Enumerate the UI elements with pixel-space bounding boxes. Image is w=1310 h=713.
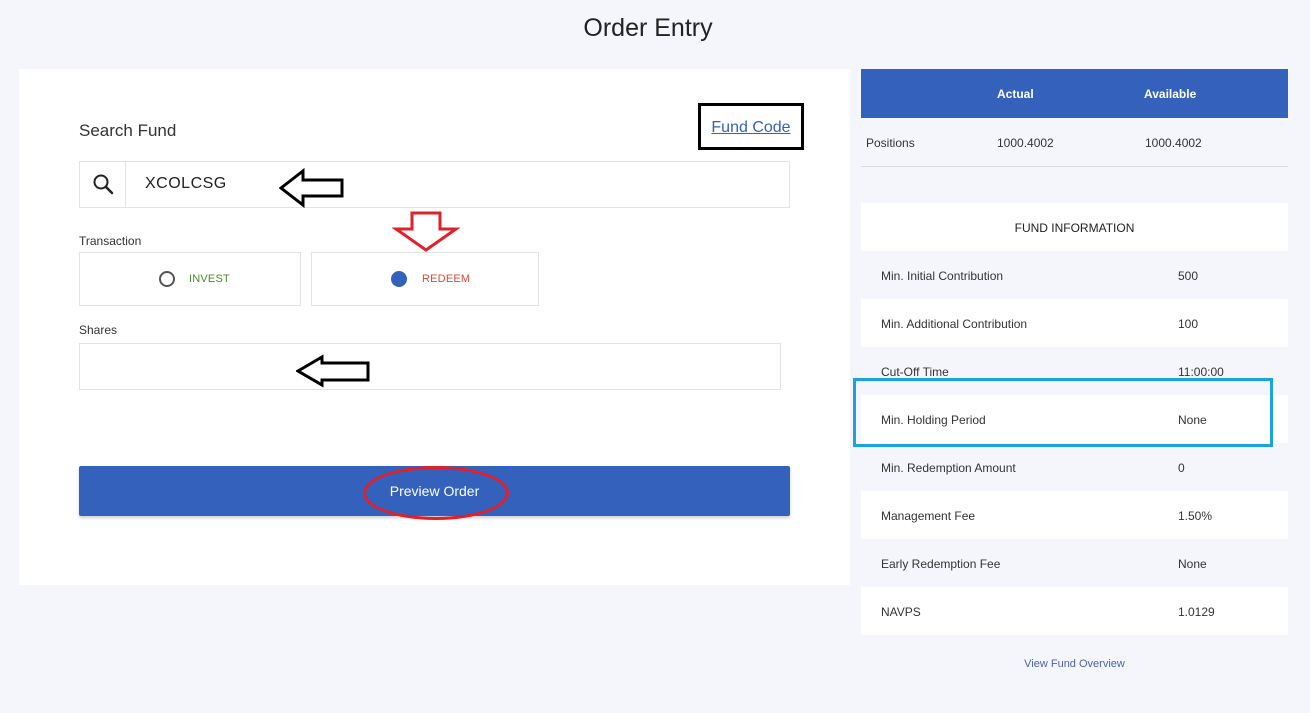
fund-info-row: Early Redemption Fee None [861, 539, 1288, 587]
fund-info-label: Min. Initial Contribution [881, 269, 1004, 283]
fund-info-label: Min. Redemption Amount [881, 461, 1016, 475]
fund-code-highlight: Fund Code [698, 103, 804, 150]
invest-radio[interactable] [159, 271, 175, 287]
redeem-option[interactable]: REDEEM [311, 252, 539, 306]
search-icon [93, 174, 114, 195]
fund-code-link[interactable]: Fund Code [701, 119, 801, 137]
fund-info-row: Min. Initial Contribution 500 [861, 251, 1288, 299]
shares-label: Shares [79, 323, 118, 337]
fund-info-value: 1.0129 [1178, 605, 1215, 619]
redeem-radio[interactable] [391, 271, 407, 287]
fund-info-label: Min. Holding Period [881, 413, 986, 427]
fund-info-value: 100 [1178, 317, 1199, 331]
fund-info-row: Min. Additional Contribution 100 [861, 299, 1288, 347]
fund-search-input[interactable]: XCOLCSG [79, 161, 790, 208]
fund-info-value: None [1178, 413, 1207, 427]
black-arrow-left-icon [296, 354, 370, 388]
black-arrow-left-icon [279, 168, 344, 208]
search-fund-label: Search Fund [79, 121, 177, 140]
red-arrow-down-icon [392, 211, 460, 252]
redeem-label: REDEEM [422, 273, 471, 285]
fund-info-value: 1.50% [1178, 509, 1213, 523]
fund-info-label: Early Redemption Fee [881, 557, 1001, 571]
invest-option[interactable]: INVEST [79, 252, 301, 306]
fund-info-row: Min. Redemption Amount 0 [861, 443, 1288, 491]
fund-info-label: NAVPS [881, 605, 921, 619]
preview-order-label: Preview Order [389, 483, 480, 499]
actual-header: Actual [997, 87, 1034, 101]
preview-order-button[interactable]: Preview Order [79, 466, 790, 516]
positions-row: Positions 1000.4002 1000.4002 [861, 118, 1288, 167]
fund-info-value: 0 [1178, 461, 1185, 475]
fund-info-row: Management Fee 1.50% [861, 491, 1288, 539]
fund-info-row: Cut-Off Time 11:00:00 [861, 347, 1288, 395]
shares-input[interactable] [79, 343, 781, 390]
search-value: XCOLCSG [145, 175, 227, 192]
view-fund-overview-link[interactable]: View Fund Overview [861, 658, 1288, 670]
fund-info-value: 500 [1178, 269, 1199, 283]
invest-label: INVEST [189, 273, 230, 285]
positions-label: Positions [866, 136, 915, 150]
fund-info-label: Cut-Off Time [881, 365, 949, 379]
fund-info-label: Min. Additional Contribution [881, 317, 1028, 331]
fund-information-title: FUND INFORMATION [861, 203, 1288, 251]
fund-info-row: NAVPS 1.0129 [861, 587, 1288, 635]
positions-actual: 1000.4002 [997, 136, 1054, 150]
page-title: Order Entry [583, 14, 713, 42]
fund-info-value: 11:00:00 [1178, 365, 1224, 379]
fund-info-row: Min. Holding Period None [861, 395, 1288, 443]
positions-header: Actual Available [861, 69, 1288, 118]
transaction-label: Transaction [79, 234, 142, 248]
fund-info-value: None [1178, 557, 1207, 571]
search-icon-cell [80, 162, 126, 207]
fund-info-label: Management Fee [881, 509, 976, 523]
available-header: Available [1144, 87, 1197, 101]
positions-available: 1000.4002 [1145, 136, 1202, 150]
